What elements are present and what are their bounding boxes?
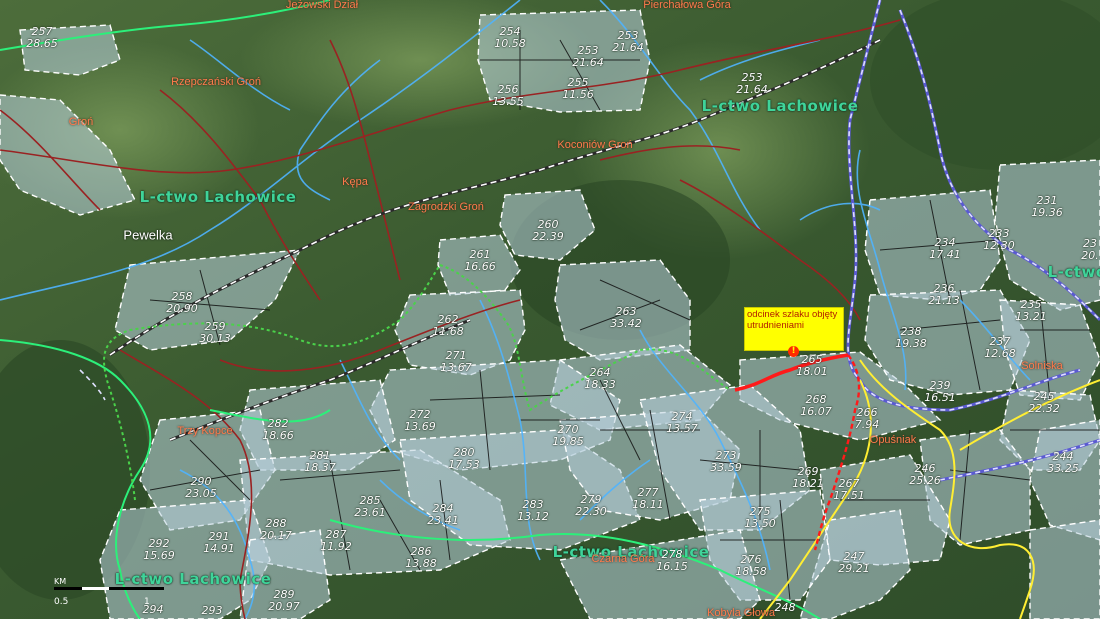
plot-label[interactable]: 263 33.42 xyxy=(610,306,642,330)
place-label: Pierchałowa Góra xyxy=(643,0,731,11)
plot-label[interactable]: 287 11.92 xyxy=(320,529,352,553)
plot-label[interactable]: 259 30.13 xyxy=(199,321,231,345)
plot-label[interactable]: 253 21.64 xyxy=(572,45,604,69)
plot-label[interactable]: 280 17.53 xyxy=(448,447,480,471)
plot-label[interactable]: 288 20.17 xyxy=(260,518,292,542)
place-label: Trzy Kopce xyxy=(177,425,233,437)
forest-district-label: L-ctwo Lachowice xyxy=(139,188,297,206)
plot-label[interactable]: 258 20.90 xyxy=(166,291,198,315)
place-label: Czarna Góra xyxy=(591,553,655,565)
plot-label[interactable]: 284 23.41 xyxy=(427,503,459,527)
plot-label[interactable]: 245 22.32 xyxy=(1028,391,1060,415)
scale-bar: KM 0.5 1 xyxy=(40,573,164,613)
plot-label[interactable]: 261 16.66 xyxy=(464,249,496,273)
plot-label[interactable]: 231 19.36 xyxy=(1031,195,1063,219)
place-label: Opuśniak xyxy=(869,434,917,446)
plot-label[interactable]: 253 21.64 xyxy=(736,72,768,96)
plot-label[interactable]: 234 17.41 xyxy=(929,237,961,261)
plot-label[interactable]: 260 22.39 xyxy=(532,219,564,243)
plot-label[interactable]: 235 13.21 xyxy=(1015,299,1047,323)
place-label: Groń xyxy=(68,116,94,128)
plot-label[interactable]: 273 33.59 xyxy=(710,450,742,474)
plot-label[interactable]: 253 21.64 xyxy=(612,30,644,54)
plot-label[interactable]: 286 13.88 xyxy=(405,546,437,570)
plot-label[interactable]: 23 20. xyxy=(1081,238,1099,262)
plot-label[interactable]: 236 21.13 xyxy=(928,283,960,307)
plot-label[interactable]: 292 15.69 xyxy=(143,538,175,562)
plot-label[interactable]: 275 13.50 xyxy=(744,506,776,530)
place-label: Koconiów Groń xyxy=(557,139,633,151)
plot-label[interactable]: 276 18.58 xyxy=(735,554,767,578)
village-label: Pewelka xyxy=(123,227,173,243)
place-label: Rzepczański Groń xyxy=(171,76,261,88)
plot-label[interactable]: 267 17.51 xyxy=(833,478,865,502)
scale-half-label: 0.5 xyxy=(54,597,69,607)
plot-label[interactable]: 266 7.94 xyxy=(855,407,880,431)
trail-closure-callout: odcinek szlaku objęty utrudnieniami xyxy=(744,307,844,351)
plot-label[interactable]: 246 25.26 xyxy=(909,463,941,487)
plot-label[interactable]: 239 16.51 xyxy=(924,380,956,404)
scale-bar-graphic xyxy=(54,587,164,593)
plot-label[interactable]: 285 23.61 xyxy=(354,495,386,519)
warning-icon[interactable]: ! xyxy=(788,346,799,357)
plot-label[interactable]: 255 11.56 xyxy=(562,77,594,101)
plot-label[interactable]: 265 18.01 xyxy=(796,354,828,378)
scale-unit: KM xyxy=(54,577,67,586)
plot-label[interactable]: 244 33.25 xyxy=(1047,451,1079,475)
forest-map[interactable]: L-ctwo Lachowice L-ctwo Lachowice L-ctwo… xyxy=(0,0,1100,619)
plot-label[interactable]: 268 16.07 xyxy=(800,394,832,418)
plot-label[interactable]: 289 20.97 xyxy=(268,589,300,613)
plot-label[interactable]: 283 13.12 xyxy=(517,499,549,523)
plot-label[interactable]: 237 12.68 xyxy=(984,336,1016,360)
place-label: Kępa xyxy=(342,176,368,188)
plot-label[interactable]: 282 18.66 xyxy=(262,418,294,442)
scale-one-label: 1 xyxy=(144,597,150,607)
plot-label[interactable]: 233 12.30 xyxy=(983,228,1015,252)
plot-label[interactable]: 264 18.33 xyxy=(584,367,616,391)
plot-label[interactable]: 248 xyxy=(775,602,796,614)
forest-district-label: L-ctwo L xyxy=(1047,263,1100,281)
plot-label[interactable]: 257 28.65 xyxy=(26,26,58,50)
plot-label[interactable]: 281 18.37 xyxy=(304,450,336,474)
plot-label[interactable]: 238 19.38 xyxy=(895,326,927,350)
place-label: Kobyla Głowa xyxy=(707,607,775,619)
place-label: Zagrodzki Groń xyxy=(408,201,484,213)
plot-label[interactable]: 256 13.55 xyxy=(492,84,524,108)
plot-label[interactable]: 293 xyxy=(202,605,223,617)
plot-label[interactable]: 262 11.68 xyxy=(432,314,464,338)
plot-label[interactable]: 279 22.30 xyxy=(575,494,607,518)
place-label: Solniska xyxy=(1021,360,1063,372)
place-label: Jeżowski Dział xyxy=(285,0,359,11)
plot-label[interactable]: 270 19.85 xyxy=(552,424,584,448)
plot-label[interactable]: 274 13.57 xyxy=(666,411,698,435)
plot-label[interactable]: 277 18.11 xyxy=(632,487,664,511)
plot-label[interactable]: 291 14.91 xyxy=(203,531,235,555)
plot-label[interactable]: 290 23.05 xyxy=(185,476,217,500)
plot-label[interactable]: 271 13.67 xyxy=(440,350,472,374)
plot-label[interactable]: 278 16.15 xyxy=(656,549,688,573)
plot-label[interactable]: 247 29.21 xyxy=(838,551,870,575)
map-canvas xyxy=(0,0,1100,619)
forest-district-label: L-ctwo Lachowice xyxy=(701,97,859,115)
plot-label[interactable]: 272 13.69 xyxy=(404,409,436,433)
plot-label[interactable]: 254 10.58 xyxy=(494,26,526,50)
plot-label[interactable]: 269 18.21 xyxy=(792,466,824,490)
